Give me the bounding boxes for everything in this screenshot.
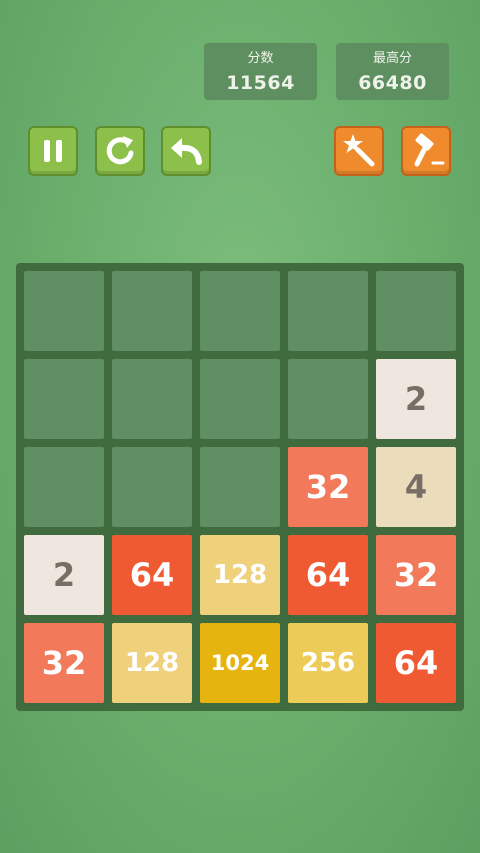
tile-2: 2	[376, 359, 456, 439]
empty-cell	[200, 271, 280, 351]
tile-128: 128	[200, 535, 280, 615]
game-board[interactable]: 2 32 4 2 64 128 64 32 32 128 1024 256 64	[16, 263, 464, 711]
empty-cell	[200, 359, 280, 439]
tile-32: 32	[288, 447, 368, 527]
empty-cell	[24, 271, 104, 351]
empty-cell	[288, 271, 368, 351]
empty-cell	[24, 359, 104, 439]
tile-32: 32	[24, 623, 104, 703]
tile-4: 4	[376, 447, 456, 527]
empty-cell	[112, 447, 192, 527]
tile-64: 64	[112, 535, 192, 615]
undo-icon	[171, 138, 202, 165]
best-score-panel: 最高分 66480	[336, 43, 449, 100]
pause-button[interactable]	[28, 126, 78, 176]
empty-cell	[112, 359, 192, 439]
hammer-button[interactable]	[401, 126, 451, 176]
empty-cell	[24, 447, 104, 527]
best-score-value: 66480	[358, 72, 427, 94]
magic-wand-button[interactable]	[334, 126, 384, 176]
score-label: 分数	[247, 51, 274, 66]
tile-1024: 1024	[200, 623, 280, 703]
pause-icon	[44, 140, 62, 162]
restart-icon	[106, 136, 134, 165]
score-panel: 分数 11564	[204, 43, 317, 100]
restart-button[interactable]	[95, 126, 145, 176]
tile-256: 256	[288, 623, 368, 703]
tile-2: 2	[24, 535, 104, 615]
best-score-label: 最高分	[372, 51, 412, 66]
undo-button[interactable]	[161, 126, 211, 176]
tile-32: 32	[376, 535, 456, 615]
empty-cell	[112, 271, 192, 351]
empty-cell	[376, 271, 456, 351]
empty-cell	[288, 359, 368, 439]
hammer-icon	[414, 133, 445, 167]
tile-64: 64	[288, 535, 368, 615]
tile-128: 128	[112, 623, 192, 703]
empty-cell	[200, 447, 280, 527]
tile-64: 64	[376, 623, 456, 703]
score-value: 11564	[226, 72, 295, 94]
magic-wand-icon	[343, 134, 375, 167]
